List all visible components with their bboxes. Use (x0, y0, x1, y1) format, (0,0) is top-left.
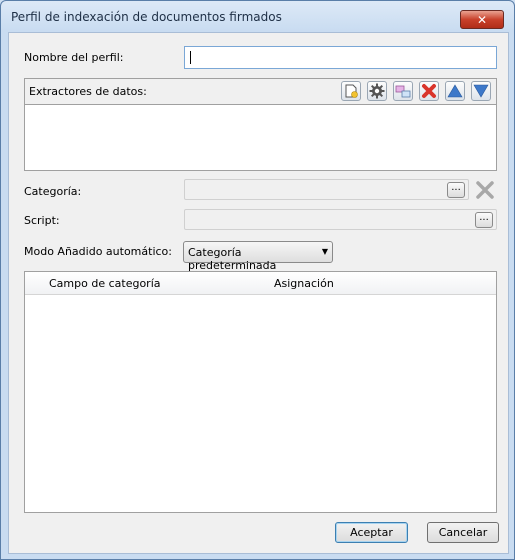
cancel-button[interactable]: Cancelar (427, 522, 499, 543)
category-browse-button[interactable]: ... (447, 182, 465, 198)
window-link-icon (395, 85, 411, 98)
extractors-label: Extractores de datos: (29, 85, 147, 98)
category-label: Categoría: (24, 185, 82, 198)
table-body[interactable] (25, 294, 496, 512)
accept-button[interactable]: Aceptar (335, 522, 408, 543)
script-field: ... (184, 209, 497, 230)
table-header: Campo de categoría Asignación (25, 272, 496, 295)
mode-label: Modo Añadido automático: (24, 245, 172, 258)
chevron-down-icon: ▼ (321, 247, 328, 256)
gear-icon (369, 83, 385, 99)
move-up-button[interactable] (445, 81, 465, 101)
close-icon: ✕ (476, 12, 488, 27)
configure-extractor-button[interactable] (367, 81, 387, 101)
mode-dropdown[interactable]: Categoría predeterminada ▼ (183, 241, 333, 272)
extractors-list[interactable] (25, 104, 496, 170)
mode-selected-value: Categoría predeterminada (188, 246, 277, 272)
new-extractor-button[interactable] (341, 81, 361, 101)
text-caret (190, 51, 191, 64)
link-extractor-button[interactable] (393, 81, 413, 101)
title-bar: Perfil de indexación de documentos firma… (1, 1, 514, 33)
move-down-triangle-icon (473, 84, 489, 98)
move-down-button[interactable] (471, 81, 491, 101)
column-header-assignment[interactable]: Asignación (274, 277, 334, 290)
close-button[interactable]: ✕ (460, 10, 504, 29)
new-document-icon (345, 84, 358, 98)
script-label: Script: (24, 214, 60, 227)
profile-name-input[interactable] (184, 46, 497, 69)
delete-extractor-button[interactable] (419, 81, 439, 101)
profile-name-label: Nombre del perfil: (24, 51, 124, 64)
script-browse-button[interactable]: ... (475, 212, 493, 228)
move-up-triangle-icon (447, 84, 463, 98)
clear-category-button[interactable] (475, 180, 495, 200)
window-title: Perfil de indexación de documentos firma… (11, 10, 282, 24)
extractors-header: Extractores de datos: (25, 79, 496, 105)
category-mapping-table: Campo de categoría Asignación (24, 271, 497, 513)
column-header-field[interactable]: Campo de categoría (49, 277, 161, 290)
clear-x-icon (476, 181, 494, 199)
delete-x-icon (422, 84, 436, 98)
extractors-panel: Extractores de datos: (24, 78, 497, 171)
dialog-window: Perfil de indexación de documentos firma… (0, 0, 515, 560)
category-field: ... (184, 179, 469, 200)
dialog-client-area: Nombre del perfil: Extractores de datos: (8, 32, 509, 554)
